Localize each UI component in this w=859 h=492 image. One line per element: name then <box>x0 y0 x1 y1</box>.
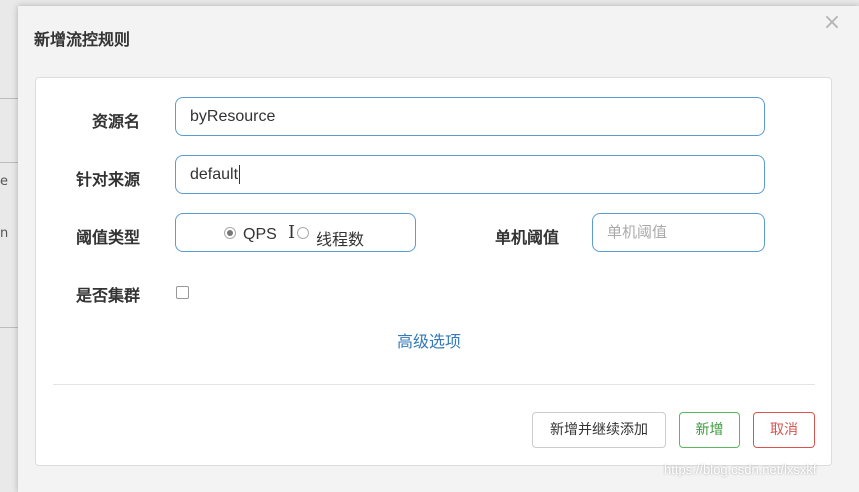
resource-name-input[interactable]: byResource <box>175 97 765 136</box>
background-text-fragment: n <box>0 226 9 241</box>
i-beam-cursor-icon: I <box>288 222 296 243</box>
advanced-options-link[interactable]: 高级选项 <box>397 328 461 352</box>
limit-app-value: default <box>190 166 239 183</box>
background-divider <box>0 98 20 99</box>
dialog-title: 新增流控规则 <box>34 30 131 49</box>
background-divider <box>0 327 20 328</box>
radio-thread-count[interactable] <box>297 227 309 239</box>
threshold-type-label: 阈值类型 <box>75 228 140 247</box>
add-flow-rule-dialog: 新增流控规则 × 资源名 byResource 针对来源 default 阈值类… <box>18 6 859 492</box>
radio-thread-count-label[interactable]: 线程数 <box>316 226 364 250</box>
form-divider <box>53 384 815 385</box>
single-threshold-label: 单机阈值 <box>494 228 559 247</box>
background-text-fragment: e <box>0 174 8 189</box>
cancel-button[interactable]: 取消 <box>753 412 815 448</box>
background-divider <box>0 162 20 163</box>
radio-qps-label[interactable]: QPS <box>243 226 277 244</box>
limit-app-input[interactable]: default <box>175 155 765 194</box>
add-and-continue-button[interactable]: 新增并继续添加 <box>532 412 666 448</box>
watermark-text: https://blog.csdn.net/lxsxkf <box>664 462 817 477</box>
close-icon[interactable]: × <box>821 12 843 34</box>
add-button[interactable]: 新增 <box>679 412 740 448</box>
text-cursor <box>239 165 241 185</box>
cluster-mode-label: 是否集群 <box>75 286 140 305</box>
single-threshold-input[interactable]: 单机阈值 <box>592 213 765 252</box>
resource-name-label: 资源名 <box>91 112 140 131</box>
threshold-type-radio-group: QPS I 线程数 <box>175 213 416 252</box>
cluster-mode-checkbox[interactable] <box>176 286 189 299</box>
form-panel: 资源名 byResource 针对来源 default 阈值类型 QPS I 线… <box>35 77 832 466</box>
limit-app-label: 针对来源 <box>75 170 140 189</box>
radio-qps[interactable] <box>224 227 236 239</box>
